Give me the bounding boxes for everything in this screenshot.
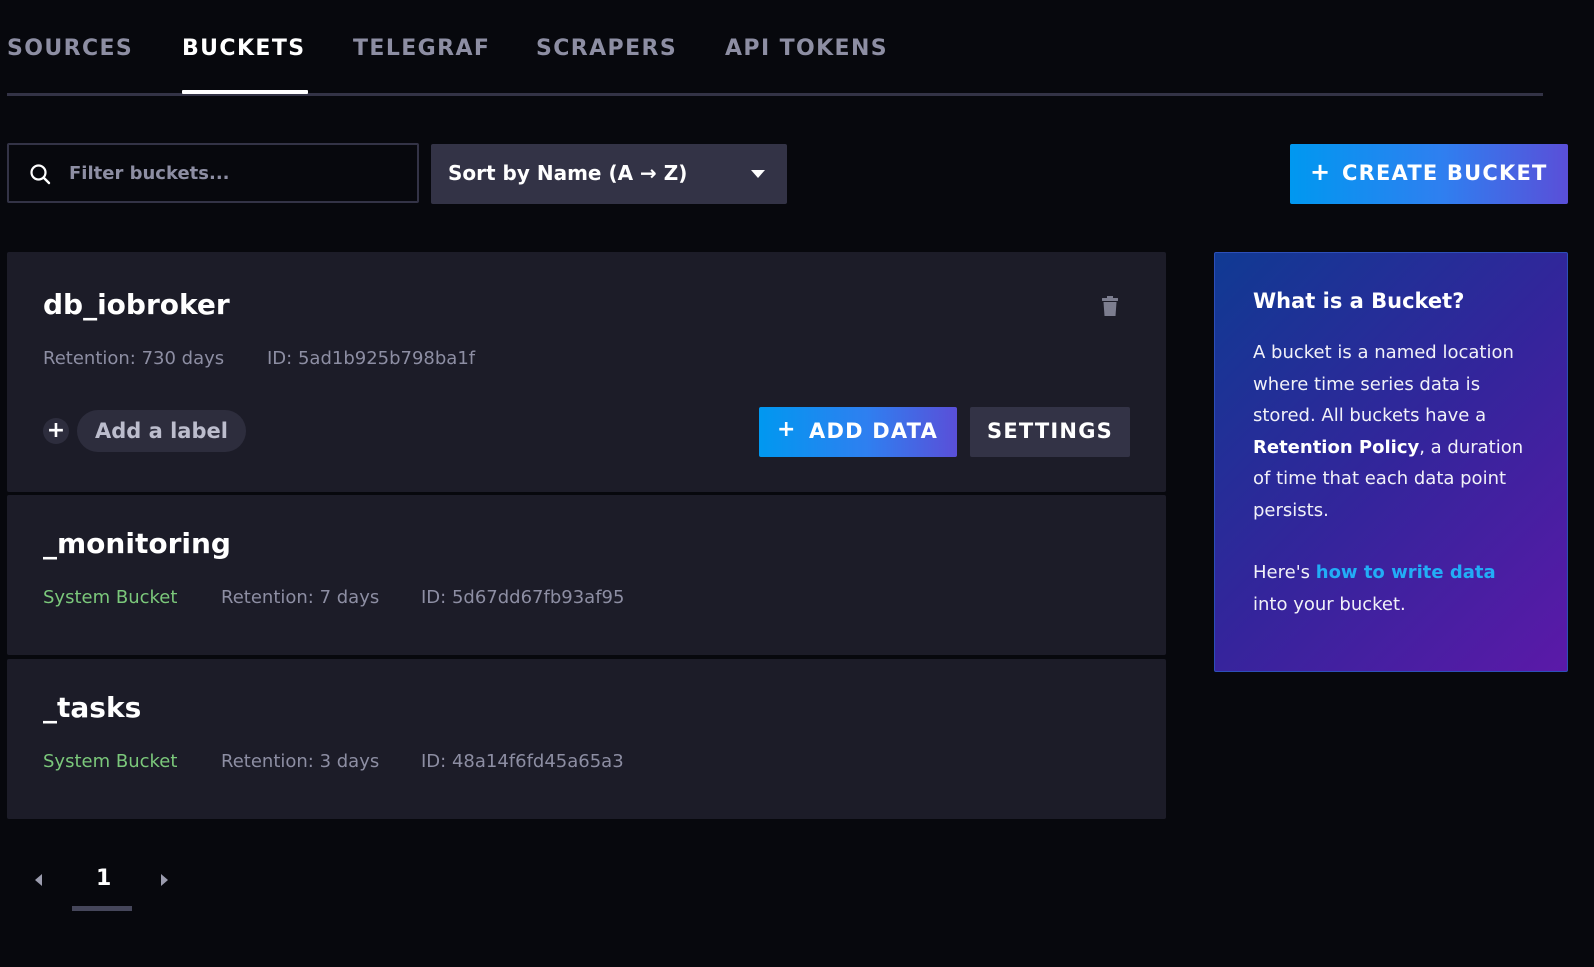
filter-buckets-input[interactable] [67, 145, 407, 201]
tab-bar: SOURCES BUCKETS TELEGRAF SCRAPERS API TO… [7, 0, 1543, 96]
search-box [7, 143, 419, 203]
search-icon [30, 164, 51, 185]
tab-sources[interactable]: SOURCES [7, 36, 133, 61]
tab-buckets[interactable]: BUCKETS [182, 36, 306, 61]
add-data-label: ADD DATA [809, 419, 939, 443]
tab-api-tokens[interactable]: API TOKENS [725, 36, 888, 61]
info-bold-text: Retention Policy [1253, 436, 1420, 458]
tab-telegraf[interactable]: TELEGRAF [353, 36, 490, 61]
current-page-indicator [72, 906, 132, 911]
bucket-id: ID: 5ad1b925b798ba1f [267, 348, 476, 369]
info-text: A bucket is a named location where time … [1253, 342, 1514, 426]
bucket-id: ID: 48a14f6fd45a65a3 [421, 751, 624, 772]
tab-scrapers[interactable]: SCRAPERS [536, 36, 677, 61]
sort-dropdown-label: Sort by Name (A → Z) [448, 161, 688, 185]
caret-down-icon [751, 170, 765, 178]
info-link-paragraph: Here's how to write data into your bucke… [1253, 557, 1529, 620]
plus-icon: + [777, 417, 796, 442]
settings-label: SETTINGS [987, 419, 1113, 443]
page-number[interactable]: 1 [96, 866, 111, 891]
info-title: What is a Bucket? [1253, 289, 1465, 313]
bucket-name[interactable]: _monitoring [43, 527, 231, 560]
add-label-button[interactable]: Add a label [77, 410, 246, 452]
bucket-info-panel: What is a Bucket? A bucket is a named lo… [1214, 252, 1568, 672]
info-description: A bucket is a named location where time … [1253, 337, 1529, 526]
bucket-retention: Retention: 730 days [43, 348, 225, 369]
write-data-link[interactable]: how to write data [1316, 562, 1496, 583]
system-bucket-badge: System Bucket [43, 587, 178, 608]
settings-button[interactable]: SETTINGS [970, 407, 1130, 457]
bucket-name[interactable]: _tasks [43, 691, 141, 724]
add-data-button[interactable]: + ADD DATA [759, 407, 957, 457]
create-bucket-button[interactable]: + CREATE BUCKET [1290, 144, 1568, 204]
system-bucket-badge: System Bucket [43, 751, 178, 772]
sort-dropdown[interactable]: Sort by Name (A → Z) [431, 144, 787, 204]
bucket-retention: Retention: 3 days [221, 751, 380, 772]
add-label-plus-icon[interactable]: + [43, 418, 69, 444]
bucket-name[interactable]: db_iobroker [43, 288, 230, 321]
bucket-card-monitoring: _monitoring System Bucket Retention: 7 d… [7, 495, 1166, 655]
bucket-card-tasks: _tasks System Bucket Retention: 3 days I… [7, 659, 1166, 819]
info-text: into your bucket. [1253, 593, 1406, 615]
plus-icon: + [1310, 158, 1331, 186]
bucket-card-db-iobroker: db_iobroker Retention: 730 days ID: 5ad1… [7, 252, 1166, 492]
create-bucket-label: CREATE BUCKET [1342, 161, 1548, 185]
bucket-retention: Retention: 7 days [221, 587, 380, 608]
bucket-id: ID: 5d67dd67fb93af95 [421, 587, 625, 608]
previous-page-icon[interactable] [35, 874, 42, 886]
active-tab-indicator [182, 90, 308, 94]
trash-icon[interactable] [1101, 296, 1119, 316]
next-page-icon[interactable] [161, 874, 168, 886]
info-text: Here's [1253, 562, 1316, 583]
